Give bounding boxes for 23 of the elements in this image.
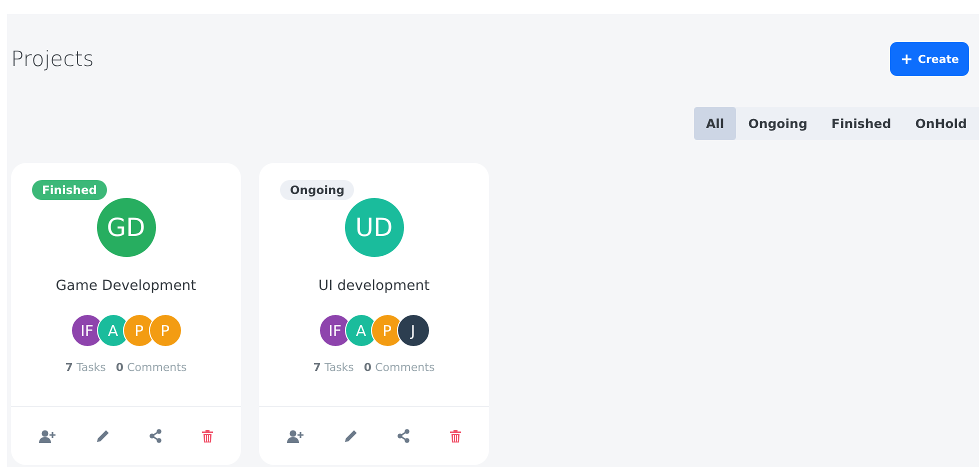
share-icon[interactable] — [395, 427, 412, 445]
project-avatar: GD — [96, 198, 156, 257]
task-count: 7 Tasks — [313, 361, 354, 374]
delete-icon[interactable] — [200, 428, 216, 444]
comment-count: 0 Comments — [364, 361, 435, 374]
create-button[interactable]: + Create — [890, 42, 969, 76]
filter-tab[interactable]: Ongoing — [736, 107, 820, 140]
page-title: Projects — [11, 47, 94, 71]
task-count: 7 Tasks — [65, 361, 106, 374]
delete-icon[interactable] — [448, 428, 464, 444]
comment-count: 0 Comments — [116, 361, 187, 374]
filter-tab[interactable]: OnHold — [903, 107, 979, 140]
filter-tab[interactable]: All — [694, 107, 736, 140]
share-icon[interactable] — [147, 427, 164, 445]
filter-tab[interactable]: Finished — [819, 107, 904, 140]
project-avatar: UD — [344, 198, 404, 257]
project-name: UI development — [318, 278, 430, 294]
project-name: Game Development — [56, 278, 196, 294]
add-member-icon[interactable] — [36, 428, 58, 444]
add-member-icon[interactable] — [284, 428, 306, 444]
status-badge: Finished — [32, 180, 107, 200]
member-avatar[interactable]: J — [396, 314, 430, 347]
status-badge: Ongoing — [280, 180, 354, 200]
